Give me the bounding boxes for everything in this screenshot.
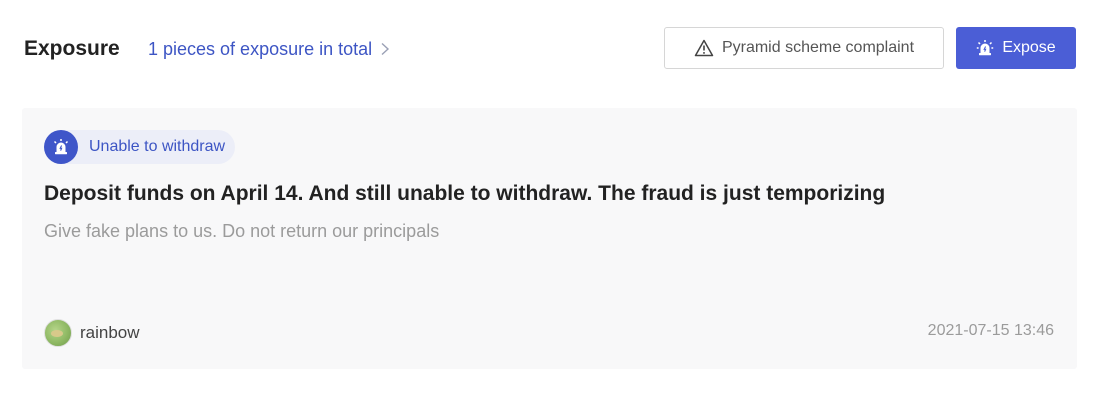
author-name: rainbow [80, 323, 140, 342]
post-timestamp: 2021-07-15 13:46 [927, 322, 1054, 339]
total-exposure-label: 1 pieces of exposure in total [148, 39, 373, 59]
category-tag[interactable]: Unable to withdraw [44, 130, 236, 164]
expose-button[interactable]: Expose [956, 27, 1076, 69]
total-exposure-link[interactable]: 1 pieces of exposure in total [148, 35, 392, 63]
page-header: Exposure 1 pieces of exposure in total P… [0, 0, 1107, 100]
exposure-card[interactable]: Unable to withdraw Deposit funds on Apri… [22, 108, 1077, 369]
expose-button-label: Expose [1002, 39, 1056, 56]
post-summary: Give fake plans to us. Do not return our… [44, 221, 440, 241]
post-title[interactable]: Deposit funds on April 14. And still una… [44, 179, 885, 209]
complaint-button-label: Pyramid scheme complaint [721, 39, 915, 56]
post-author[interactable]: rainbow [44, 319, 140, 347]
avatar [44, 319, 72, 347]
warning-triangle-icon [694, 39, 714, 57]
pyramid-scheme-complaint-button[interactable]: Pyramid scheme complaint [664, 27, 944, 69]
chevron-right-icon [381, 42, 390, 56]
page-title: Exposure [24, 37, 120, 60]
alarm-siren-icon [44, 130, 78, 164]
category-tag-label: Unable to withdraw [89, 138, 226, 155]
alarm-siren-icon [977, 40, 994, 56]
